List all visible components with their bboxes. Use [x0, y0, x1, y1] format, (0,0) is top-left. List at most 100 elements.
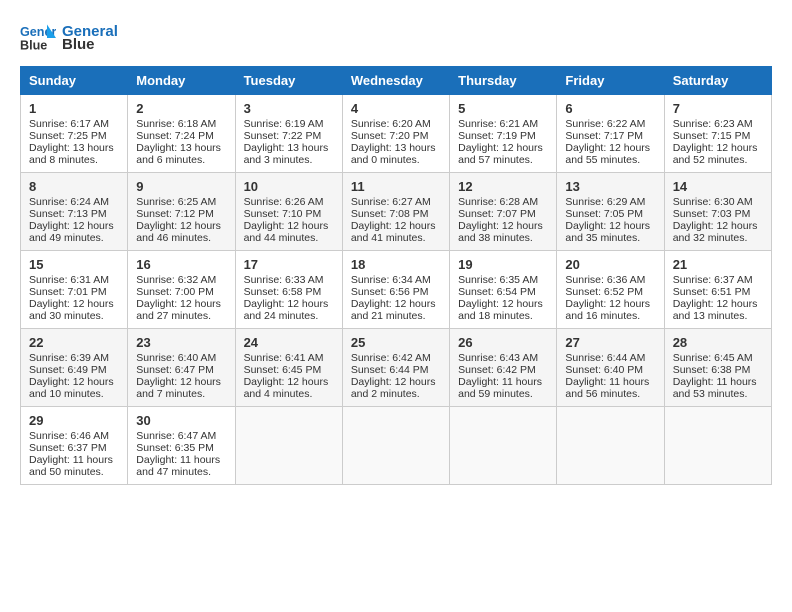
day-info-line: Daylight: 12 hours — [351, 298, 441, 310]
day-info-line: and 32 minutes. — [673, 232, 763, 244]
calendar-cell: 17Sunrise: 6:33 AMSunset: 6:58 PMDayligh… — [235, 251, 342, 329]
day-number: 25 — [351, 335, 441, 350]
day-info-line: Sunset: 7:07 PM — [458, 208, 548, 220]
day-info-line: Sunset: 6:37 PM — [29, 442, 119, 454]
day-info-line: and 57 minutes. — [458, 154, 548, 166]
day-info-line: Daylight: 12 hours — [458, 142, 548, 154]
day-info-line: Daylight: 13 hours — [136, 142, 226, 154]
day-info-line: and 52 minutes. — [673, 154, 763, 166]
day-number: 26 — [458, 335, 548, 350]
calendar-body: 1Sunrise: 6:17 AMSunset: 7:25 PMDaylight… — [21, 95, 772, 485]
day-info-line: Sunset: 7:22 PM — [244, 130, 334, 142]
day-number: 7 — [673, 101, 763, 116]
day-info-line: and 55 minutes. — [565, 154, 655, 166]
day-info-line: Sunset: 6:42 PM — [458, 364, 548, 376]
calendar-cell: 18Sunrise: 6:34 AMSunset: 6:56 PMDayligh… — [342, 251, 449, 329]
day-info-line: Sunrise: 6:17 AM — [29, 118, 119, 130]
day-info-line: and 8 minutes. — [29, 154, 119, 166]
day-header-saturday: Saturday — [664, 67, 771, 95]
day-info-line: Daylight: 12 hours — [136, 220, 226, 232]
day-number: 8 — [29, 179, 119, 194]
day-info-line: Sunset: 6:47 PM — [136, 364, 226, 376]
day-info-line: Sunrise: 6:21 AM — [458, 118, 548, 130]
calendar-cell: 6Sunrise: 6:22 AMSunset: 7:17 PMDaylight… — [557, 95, 664, 173]
calendar-cell: 2Sunrise: 6:18 AMSunset: 7:24 PMDaylight… — [128, 95, 235, 173]
day-info-line: Sunset: 6:58 PM — [244, 286, 334, 298]
day-number: 29 — [29, 413, 119, 428]
day-info-line: and 44 minutes. — [244, 232, 334, 244]
day-info-line: Sunset: 7:03 PM — [673, 208, 763, 220]
day-info-line: Daylight: 12 hours — [351, 220, 441, 232]
day-info-line: Daylight: 12 hours — [458, 220, 548, 232]
day-info-line: Sunset: 6:54 PM — [458, 286, 548, 298]
day-info-line: Sunrise: 6:42 AM — [351, 352, 441, 364]
day-info-line: Sunrise: 6:29 AM — [565, 196, 655, 208]
day-info-line: and 50 minutes. — [29, 466, 119, 478]
svg-text:Blue: Blue — [20, 39, 47, 53]
day-info-line: and 13 minutes. — [673, 310, 763, 322]
calendar-cell: 30Sunrise: 6:47 AMSunset: 6:35 PMDayligh… — [128, 407, 235, 485]
day-info-line: Daylight: 12 hours — [29, 220, 119, 232]
day-info-line: Sunrise: 6:20 AM — [351, 118, 441, 130]
day-number: 20 — [565, 257, 655, 272]
day-info-line: Sunset: 6:40 PM — [565, 364, 655, 376]
day-header-wednesday: Wednesday — [342, 67, 449, 95]
day-info-line: and 21 minutes. — [351, 310, 441, 322]
calendar-cell — [664, 407, 771, 485]
day-info-line: Daylight: 11 hours — [29, 454, 119, 466]
day-info-line: Sunrise: 6:39 AM — [29, 352, 119, 364]
day-info-line: and 2 minutes. — [351, 388, 441, 400]
calendar-cell — [235, 407, 342, 485]
day-info-line: Daylight: 12 hours — [244, 298, 334, 310]
calendar-cell: 26Sunrise: 6:43 AMSunset: 6:42 PMDayligh… — [450, 329, 557, 407]
day-info-line: Sunrise: 6:24 AM — [29, 196, 119, 208]
day-info-line: and 46 minutes. — [136, 232, 226, 244]
day-header-thursday: Thursday — [450, 67, 557, 95]
week-row-1: 1Sunrise: 6:17 AMSunset: 7:25 PMDaylight… — [21, 95, 772, 173]
day-info-line: Daylight: 11 hours — [458, 376, 548, 388]
day-info-line: Sunrise: 6:40 AM — [136, 352, 226, 364]
day-info-line: Sunrise: 6:22 AM — [565, 118, 655, 130]
day-header-tuesday: Tuesday — [235, 67, 342, 95]
day-info-line: Sunset: 6:38 PM — [673, 364, 763, 376]
day-header-sunday: Sunday — [21, 67, 128, 95]
day-number: 3 — [244, 101, 334, 116]
logo: General Blue General Blue — [20, 20, 118, 56]
day-info-line: and 3 minutes. — [244, 154, 334, 166]
day-info-line: and 24 minutes. — [244, 310, 334, 322]
day-info-line: and 10 minutes. — [29, 388, 119, 400]
calendar-cell: 27Sunrise: 6:44 AMSunset: 6:40 PMDayligh… — [557, 329, 664, 407]
day-info-line: Sunset: 6:44 PM — [351, 364, 441, 376]
day-number: 16 — [136, 257, 226, 272]
day-info-line: Daylight: 12 hours — [136, 298, 226, 310]
day-info-line: Sunrise: 6:36 AM — [565, 274, 655, 286]
day-info-line: Daylight: 11 hours — [565, 376, 655, 388]
day-number: 6 — [565, 101, 655, 116]
day-info-line: Sunrise: 6:33 AM — [244, 274, 334, 286]
day-info-line: and 6 minutes. — [136, 154, 226, 166]
calendar-cell: 14Sunrise: 6:30 AMSunset: 7:03 PMDayligh… — [664, 173, 771, 251]
calendar-cell: 11Sunrise: 6:27 AMSunset: 7:08 PMDayligh… — [342, 173, 449, 251]
day-number: 4 — [351, 101, 441, 116]
calendar-cell: 7Sunrise: 6:23 AMSunset: 7:15 PMDaylight… — [664, 95, 771, 173]
day-info-line: Sunset: 7:20 PM — [351, 130, 441, 142]
day-info-line: Sunset: 7:00 PM — [136, 286, 226, 298]
day-info-line: Daylight: 13 hours — [29, 142, 119, 154]
day-info-line: Sunset: 7:12 PM — [136, 208, 226, 220]
day-info-line: Daylight: 12 hours — [673, 220, 763, 232]
header-row: SundayMondayTuesdayWednesdayThursdayFrid… — [21, 67, 772, 95]
day-info-line: and 0 minutes. — [351, 154, 441, 166]
header: General Blue General Blue — [20, 20, 772, 56]
day-info-line: Sunrise: 6:18 AM — [136, 118, 226, 130]
day-info-line: Daylight: 12 hours — [673, 142, 763, 154]
day-info-line: Sunrise: 6:44 AM — [565, 352, 655, 364]
day-info-line: and 41 minutes. — [351, 232, 441, 244]
day-info-line: Sunset: 7:24 PM — [136, 130, 226, 142]
day-info-line: and 53 minutes. — [673, 388, 763, 400]
day-info-line: Sunrise: 6:32 AM — [136, 274, 226, 286]
day-info-line: Sunrise: 6:25 AM — [136, 196, 226, 208]
calendar-cell: 24Sunrise: 6:41 AMSunset: 6:45 PMDayligh… — [235, 329, 342, 407]
day-number: 19 — [458, 257, 548, 272]
day-info-line: Sunrise: 6:35 AM — [458, 274, 548, 286]
week-row-3: 15Sunrise: 6:31 AMSunset: 7:01 PMDayligh… — [21, 251, 772, 329]
